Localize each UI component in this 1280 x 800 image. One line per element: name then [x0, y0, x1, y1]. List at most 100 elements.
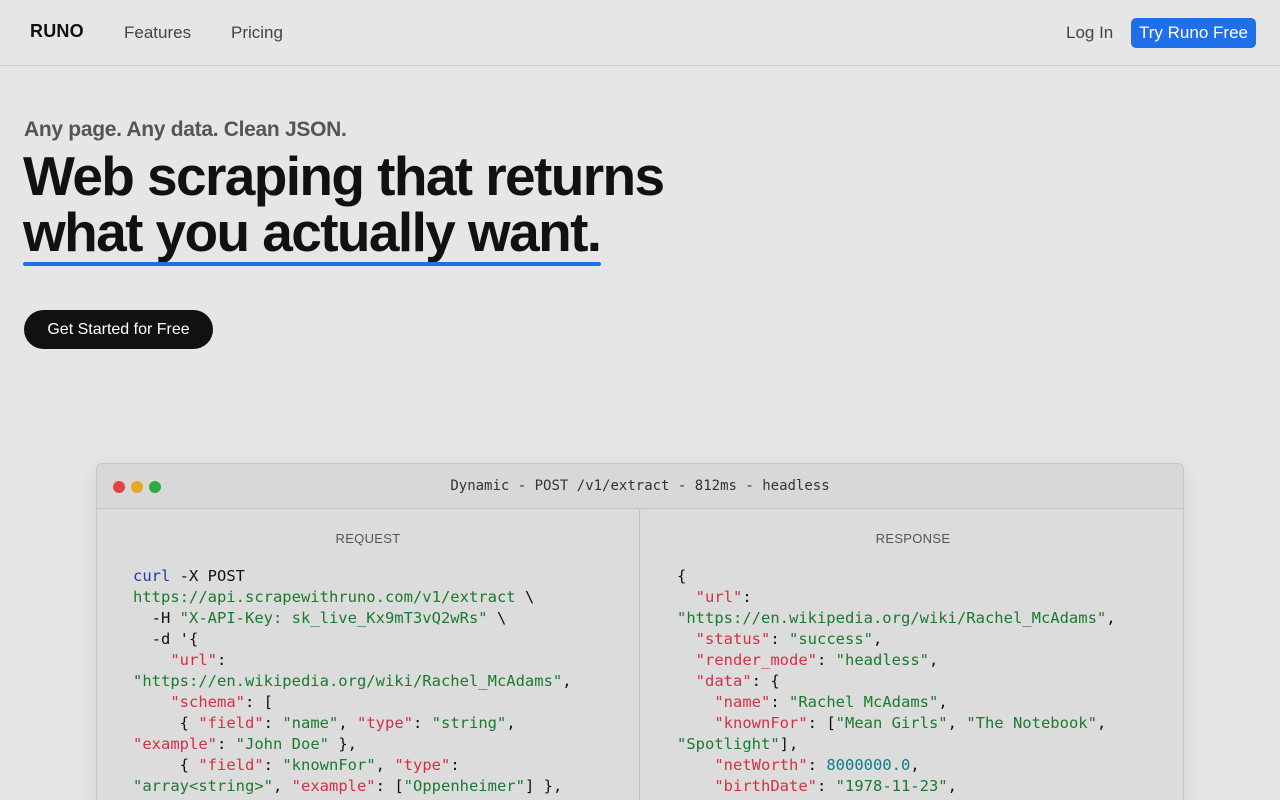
- hero-eyebrow: Any page. Any data. Clean JSON.: [24, 118, 347, 141]
- code-token-plain: ,: [947, 714, 967, 732]
- code-token-str: "X-API-Key: sk_live_Kx9mT3vQ2wRs": [179, 609, 488, 627]
- code-token-str: "headless": [835, 651, 929, 669]
- headline-underline: [23, 262, 601, 266]
- code-token-key: "knownFor": [714, 714, 808, 732]
- code-token-plain: ,: [375, 756, 395, 774]
- code-token-plain: ,: [1106, 609, 1116, 627]
- code-line: "status": "success",: [677, 629, 1116, 650]
- logo[interactable]: RUNO: [30, 21, 84, 42]
- code-token-plain: {: [133, 714, 199, 732]
- code-line: https://api.scrapewithruno.com/v1/extrac…: [133, 587, 572, 608]
- code-token-plain: ],: [779, 735, 799, 753]
- top-nav: RUNO Features Pricing Log In Try Runo Fr…: [0, 0, 1280, 66]
- code-token-plain: :: [263, 756, 283, 774]
- get-started-button[interactable]: Get Started for Free: [24, 310, 213, 349]
- code-token-key: "schema": [170, 693, 245, 711]
- code-line: "render_mode": "headless",: [677, 650, 1116, 671]
- code-token-plain: :: [742, 588, 752, 606]
- code-token-str: "name": [282, 714, 339, 732]
- code-token-num: 8000000.0: [826, 756, 911, 774]
- code-token-plain: : {: [751, 672, 780, 690]
- code-token-key: "data": [695, 672, 752, 690]
- code-token-key: "url": [170, 651, 217, 669]
- code-line: "https://en.wikipedia.org/wiki/Rachel_Mc…: [677, 608, 1116, 629]
- code-token-plain: {: [677, 567, 687, 585]
- code-token-str: "Rachel McAdams": [789, 693, 939, 711]
- code-token-plain: \: [487, 609, 507, 627]
- code-token-plain: -d '{: [133, 630, 199, 648]
- code-token-key: "example": [133, 735, 217, 753]
- code-demo-window: Dynamic - POST /v1/extract - 812ms - hea…: [96, 463, 1184, 800]
- try-free-button[interactable]: Try Runo Free: [1131, 18, 1256, 48]
- request-code[interactable]: curl -X POST https://api.scrapewithruno.c…: [133, 566, 572, 797]
- code-line: "netWorth": 8000000.0,: [677, 755, 1116, 776]
- code-token-plain: -H: [133, 609, 180, 627]
- code-token-plain: :: [816, 777, 836, 795]
- code-token-plain: ,: [338, 714, 357, 732]
- response-pane: RESPONSE { "url": "https://en.wikipedia.o…: [641, 510, 1183, 800]
- code-token-plain: ,: [873, 630, 883, 648]
- request-label: REQUEST: [335, 531, 401, 546]
- code-token-str: "The Notebook": [966, 714, 1097, 732]
- response-code[interactable]: { "url": "https://en.wikipedia.org/wiki/R…: [677, 566, 1116, 797]
- code-token-plain: ,: [562, 672, 572, 690]
- code-token-plain: {: [133, 756, 199, 774]
- code-line: "data": {: [677, 671, 1116, 692]
- code-token-key: "render_mode": [695, 651, 817, 669]
- code-token-key: "netWorth": [714, 756, 808, 774]
- code-token-plain: },: [329, 735, 357, 753]
- code-token-plain: ,: [929, 651, 939, 669]
- login-link[interactable]: Log In: [1066, 23, 1113, 43]
- code-token-str: "Spotlight": [677, 735, 780, 753]
- code-line: {: [677, 566, 1116, 587]
- code-token-key: "name": [714, 693, 771, 711]
- code-token-key: "status": [695, 630, 771, 648]
- code-token-plain: :: [217, 651, 227, 669]
- code-token-plain: :: [450, 756, 460, 774]
- code-token-plain: :: [217, 735, 236, 753]
- code-token-plain: ,: [506, 714, 516, 732]
- headline-line-2-text: what you actually want.: [23, 201, 602, 263]
- code-token-str: "1978-11-23": [835, 777, 948, 795]
- code-token-str: https://api.scrapewithruno.com/v1/extrac…: [133, 588, 516, 606]
- code-token-str: "https://en.wikipedia.org/wiki/Rachel_Mc…: [133, 672, 563, 690]
- window-title: Dynamic - POST /v1/extract - 812ms - hea…: [450, 478, 830, 494]
- code-line: { "field": "name", "type": "string",: [133, 713, 572, 734]
- nav-features-link[interactable]: Features: [124, 23, 191, 43]
- code-token-plain: -X POST: [170, 567, 245, 585]
- code-token-plain: ] },: [524, 777, 563, 795]
- code-token-key: "type": [357, 714, 413, 732]
- code-token-str: "array<string>": [133, 777, 273, 795]
- code-token-plain: \: [515, 588, 535, 606]
- code-line: "name": "Rachel McAdams",: [677, 692, 1116, 713]
- code-token-plain: ,: [910, 756, 920, 774]
- code-token-str: "string": [431, 714, 507, 732]
- code-token-plain: :: [770, 693, 789, 711]
- code-line: { "field": "knownFor", "type":: [133, 755, 572, 776]
- request-pane: REQUEST curl -X POST https://api.scrapewi…: [97, 510, 640, 800]
- nav-pricing-link[interactable]: Pricing: [231, 23, 283, 43]
- window-titlebar: Dynamic - POST /v1/extract - 812ms - hea…: [97, 464, 1183, 509]
- headline-line-2: what you actually want.: [23, 201, 602, 266]
- response-label: RESPONSE: [875, 531, 951, 546]
- code-token-key: "type": [394, 756, 451, 774]
- code-token-plain: ,: [1096, 714, 1107, 732]
- code-token-plain: : [: [807, 714, 836, 732]
- code-line: "knownFor": ["Mean Girls", "The Notebook…: [677, 713, 1116, 734]
- code-token-str: "Mean Girls": [835, 714, 948, 732]
- code-token-str: "https://en.wikipedia.org/wiki/Rachel_Mc…: [677, 609, 1107, 627]
- code-token-key: "field": [198, 756, 264, 774]
- code-token-str: "Oppenheimer": [403, 777, 525, 795]
- code-token-plain: ,: [938, 693, 948, 711]
- code-line: "url":: [677, 587, 1116, 608]
- code-token-plain: :: [263, 714, 283, 732]
- code-token-plain: : [: [244, 693, 273, 711]
